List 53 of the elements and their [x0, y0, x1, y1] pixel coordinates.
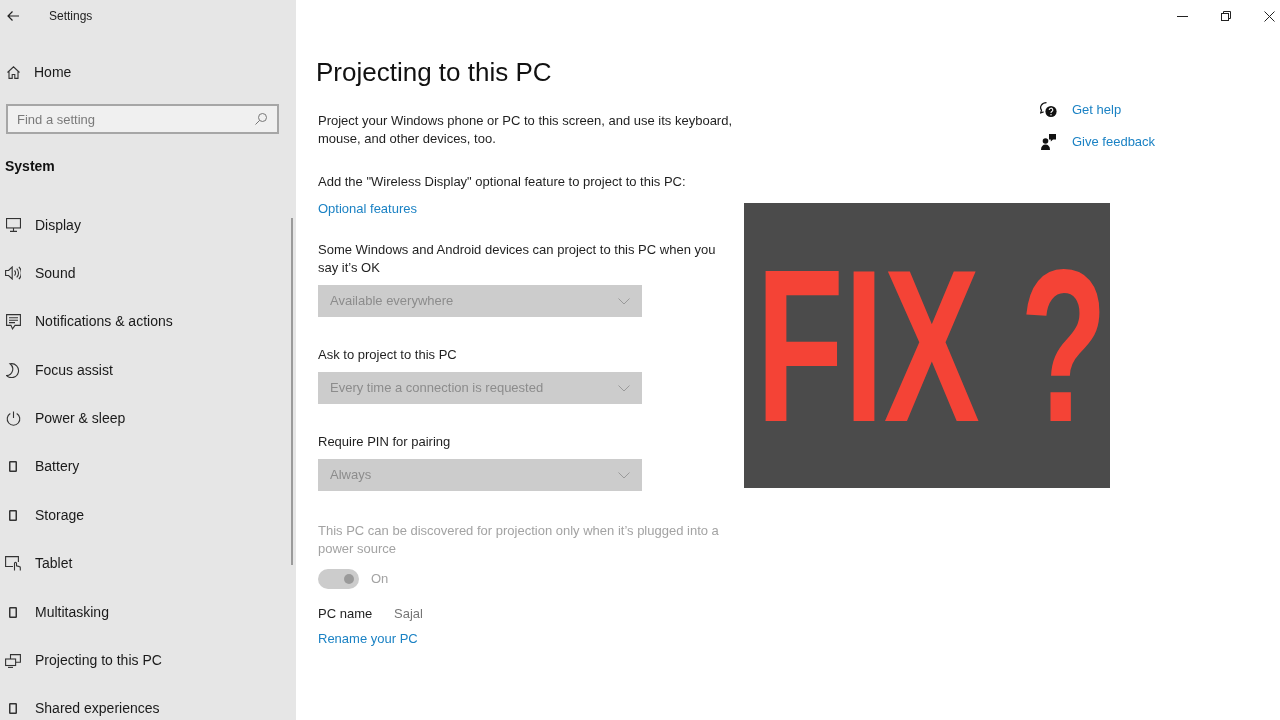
sidebar-item[interactable]: Shared experiences [5, 697, 160, 720]
search-icon[interactable] [255, 113, 267, 125]
sidebar-item[interactable]: Display [5, 214, 81, 236]
speaker-icon [5, 266, 21, 281]
minimize-icon[interactable] [1177, 15, 1188, 17]
notification-icon [5, 313, 21, 330]
rectangle-icon [9, 509, 17, 521]
sidebar-item[interactable]: Battery [5, 455, 80, 478]
monitor-icon [5, 218, 21, 232]
sidebar-item[interactable]: Power & sleep [5, 407, 126, 430]
home-icon [7, 65, 20, 79]
power-icon [5, 411, 21, 427]
person-speech-icon [1041, 134, 1056, 150]
section-heading: System [5, 157, 55, 176]
scrollbar-thumb[interactable] [291, 218, 293, 565]
sidebar-item[interactable]: Projecting to this PC [5, 649, 162, 672]
setting-label: Some Windows and Android devices can project to this PC when you say it’s OK [318, 241, 717, 277]
sidebar-item[interactable]: Sound [5, 262, 76, 285]
restore-icon[interactable] [1221, 11, 1231, 21]
rename-pc-link[interactable]: Rename your PC [318, 630, 418, 648]
sidebar-item[interactable]: Tablet [5, 552, 73, 575]
screens-icon [5, 653, 21, 668]
pc-name-value: Sajal [394, 605, 423, 623]
feature-note: Add the "Wireless Display" optional feature to project to this PC: [318, 173, 686, 191]
home-item[interactable]: Home [7, 52, 72, 92]
toggle-label: On [371, 570, 389, 589]
help-icon [1040, 102, 1057, 118]
sidebar-item[interactable]: Multitasking [5, 601, 109, 624]
setting-label: Ask to project to this PC [318, 346, 457, 364]
close-icon[interactable] [1264, 10, 1275, 22]
touch-screen-icon [5, 556, 21, 572]
help-link[interactable]: Give feedback [1040, 130, 1156, 154]
discovery-text: This PC can be discovered for projection only when it’s plugged into a power source [318, 522, 720, 558]
overlay-text: FIX ? [756, 268, 1108, 425]
sidebar-item[interactable]: Storage [5, 504, 85, 527]
moon-icon [6, 362, 20, 378]
page-title: Projecting to this PC [316, 56, 552, 89]
pc-name-label: PC name [318, 605, 374, 623]
window-title: Settings [49, 8, 93, 25]
back-arrow-icon[interactable] [7, 11, 19, 21]
search-field[interactable]: Find a setting [6, 104, 279, 134]
setting-label: Require PIN for pairing [318, 433, 451, 451]
sidebar-item[interactable]: Notifications & actions [5, 310, 173, 333]
chevron-icon [618, 471, 630, 479]
chevron-icon [618, 297, 630, 305]
chevron-icon [618, 384, 630, 392]
optional-features-link[interactable]: Optional features [318, 200, 417, 218]
description-text: Project your Windows phone or PC to this screen, and use its keyboard, mouse, and other devices, too. [318, 112, 734, 148]
sidebar-item[interactable]: Focus assist [5, 359, 113, 382]
rectangle-icon [9, 606, 17, 618]
help-link[interactable]: Get help [1040, 98, 1122, 122]
rectangle-icon [9, 461, 17, 473]
rectangle-icon [9, 703, 17, 715]
